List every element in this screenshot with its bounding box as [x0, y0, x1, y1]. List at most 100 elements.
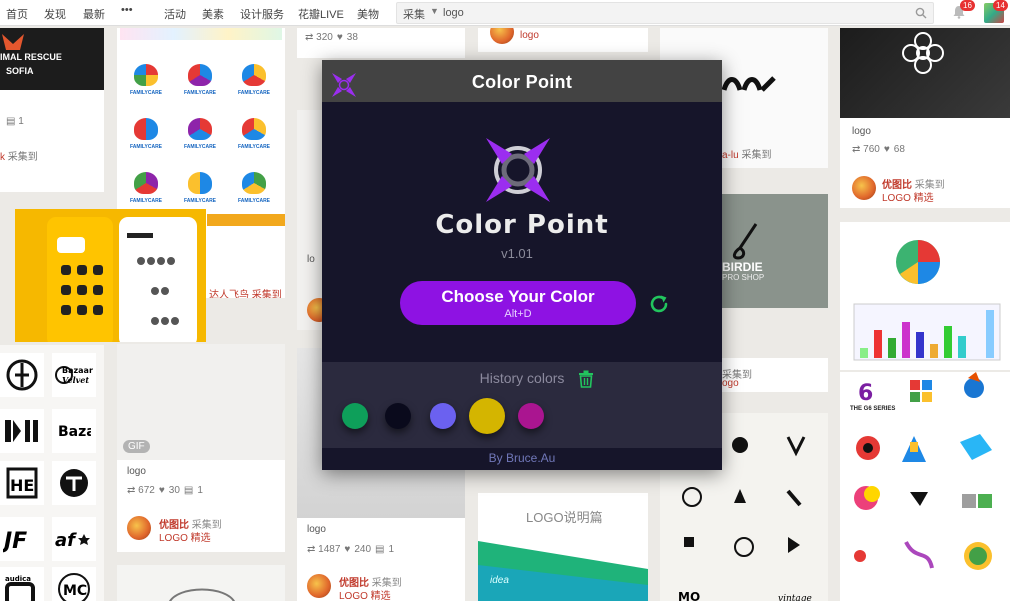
family-icon: FAMILYCARE — [126, 170, 166, 210]
pin-col5-caption[interactable]: 采集到 ogo — [722, 358, 828, 392]
pin-col4-top[interactable]: logo — [478, 28, 648, 52]
window-title: Color Point — [471, 72, 573, 92]
notification-badge: 16 — [960, 0, 975, 11]
nav-live[interactable]: 花瓣LIVE — [298, 6, 344, 22]
user-avatar[interactable] — [490, 28, 514, 44]
nav-design-services[interactable]: 设计服务 — [240, 6, 284, 22]
message-badge: 14 — [993, 0, 1008, 11]
trash-icon[interactable] — [578, 370, 594, 388]
family-icon: FAMILYCARE — [180, 170, 220, 210]
pin-title: logo — [852, 126, 871, 137]
logo-thumbnail — [0, 353, 44, 397]
pin-animal-rescue[interactable]: IMAL RESCUE SOFIA ▤ 1 k 采集到 — [0, 28, 104, 192]
nav-meisu[interactable]: 美素 — [202, 6, 224, 22]
logo-thumbnail — [0, 409, 44, 453]
history-swatch[interactable] — [385, 403, 411, 429]
pin-chart-thumbnail[interactable] — [840, 222, 1010, 370]
choose-color-button[interactable]: Choose Your Color Alt+D — [400, 281, 636, 325]
board-link[interactable]: LOGO 精选 — [159, 529, 211, 544]
logo-thumbnail: audica — [0, 567, 44, 601]
user-avatar[interactable] — [852, 176, 876, 200]
pin-title: logo — [127, 466, 146, 477]
pin-stats: ⇄ 1487 ♥ 240 ▤ 1 — [307, 544, 395, 555]
refresh-icon[interactable] — [648, 293, 670, 315]
version-label: v1.01 — [501, 246, 533, 261]
pin-gif[interactable]: GIF logo ⇄ 672 ♥ 30 ▤ 1 优图比 采集到 LOGO 精选 — [117, 344, 285, 552]
pin-right-top[interactable]: logo ⇄ 760 ♥ 68 优图比 采集到 LOGO 精选 — [840, 28, 1010, 208]
pin-image — [722, 76, 776, 92]
pin-stats: ⇄ 672 ♥ 30 ▤ 1 — [127, 485, 203, 496]
pin-text: BIRDIE — [722, 260, 763, 274]
collect-caption: 达人飞鸟 采集到 — [209, 290, 282, 298]
collect-caption: k 采集到 — [0, 152, 38, 163]
logo-thumbnail: HE — [0, 461, 44, 505]
svg-text:6: 6 — [858, 381, 873, 406]
pin-image: 6 — [854, 372, 992, 570]
logo-thumbnail — [52, 461, 96, 505]
author-credit: By Bruce.Au — [488, 451, 556, 465]
pin-image-strip — [207, 214, 285, 226]
family-icon: FAMILYCARE — [234, 170, 274, 210]
pin-logo-grid[interactable]: THE G6 SERIES 6 — [840, 372, 1010, 601]
user-avatar[interactable] — [307, 298, 323, 322]
pin-image — [478, 541, 648, 601]
family-icon: FAMILYCARE — [234, 62, 274, 102]
family-icon: FAMILYCARE — [180, 116, 220, 156]
pin-title: lo — [307, 254, 315, 265]
pin-bw-logos[interactable]: BazaarVelvet Bazaar HE JF af audica MC — [0, 345, 104, 601]
svg-text:Bazaar: Bazaar — [58, 424, 91, 440]
history-swatch[interactable] — [430, 403, 456, 429]
top-navigation: 首页 发现 最新 ••• 活动 美素 设计服务 花瓣LIVE 美物 采集 ▼ 1… — [0, 0, 1010, 26]
pin-center-top[interactable]: ⇄ 320 ♥ 38 — [297, 28, 465, 58]
nav-events[interactable]: 活动 — [164, 6, 186, 22]
family-icon: FAMILYCARE — [126, 116, 166, 156]
user-avatar[interactable] — [307, 574, 331, 598]
pin-text: PRO SHOP — [722, 273, 765, 282]
family-icon: FAMILYCARE — [126, 62, 166, 102]
pin-text: IMAL RESCUE — [0, 52, 62, 62]
nav-home[interactable]: 首页 — [6, 6, 28, 22]
history-label: History colors — [479, 370, 565, 386]
pin-logo-doc[interactable]: LOGO说明篇 idea — [478, 493, 648, 601]
svg-text:HE: HE — [10, 476, 34, 495]
board-link[interactable]: logo — [520, 30, 539, 41]
logo-thumbnail: MC — [52, 567, 96, 601]
board-link[interactable]: LOGO 精选 — [882, 189, 934, 204]
pin-text: SOFIA — [6, 66, 34, 76]
phone-mockup-image — [47, 217, 197, 342]
svg-text:MC: MC — [63, 583, 87, 599]
search-input[interactable] — [443, 5, 903, 21]
family-icon: FAMILYCARE — [234, 116, 274, 156]
nav-latest[interactable]: 最新 — [83, 6, 105, 22]
nav-discover[interactable]: 发现 — [44, 6, 66, 22]
history-swatch-selected[interactable] — [469, 398, 505, 434]
pin-image — [840, 28, 1010, 118]
pin-behind-dialog[interactable]: lo — [297, 110, 323, 330]
gif-badge: GIF — [123, 440, 150, 453]
svg-text:vintage: vintage — [778, 594, 812, 601]
app-wordmark: Color Point — [435, 210, 609, 240]
user-avatar[interactable] — [127, 516, 151, 540]
phone-app-thumbnail[interactable] — [15, 209, 206, 342]
search-category-select[interactable]: 采集 — [403, 6, 425, 22]
svg-text:JF: JF — [3, 529, 27, 554]
nav-products[interactable]: 美物 — [357, 6, 379, 22]
family-care-icon-grid: FAMILYCARE FAMILYCARE FAMILYCARE FAMILYC… — [126, 62, 274, 210]
chevron-down-icon[interactable]: ▼ — [430, 6, 439, 16]
history-swatch[interactable] — [518, 403, 544, 429]
pin-birdie[interactable]: BIRDIE PRO SHOP — [722, 194, 828, 308]
more-menu-icon[interactable]: ••• — [121, 4, 133, 16]
shortcut-hint: Alt+D — [504, 308, 532, 320]
svg-text:Bazaar: Bazaar — [62, 366, 93, 375]
collect-caption: a-lu 采集到 — [722, 150, 772, 161]
svg-text:audica: audica — [5, 575, 31, 583]
search-icon[interactable] — [915, 7, 927, 19]
board-link[interactable]: LOGO 精选 — [339, 587, 391, 601]
logo-thumbnail: Bazaar — [52, 409, 96, 453]
board-link[interactable]: ogo — [722, 378, 739, 389]
title-bar[interactable]: Color Point — [322, 60, 722, 102]
flower-logo-icon — [902, 32, 944, 74]
pin-partial[interactable] — [117, 565, 285, 601]
history-swatch[interactable] — [342, 403, 368, 429]
logo-thumbnail: af — [52, 517, 96, 561]
